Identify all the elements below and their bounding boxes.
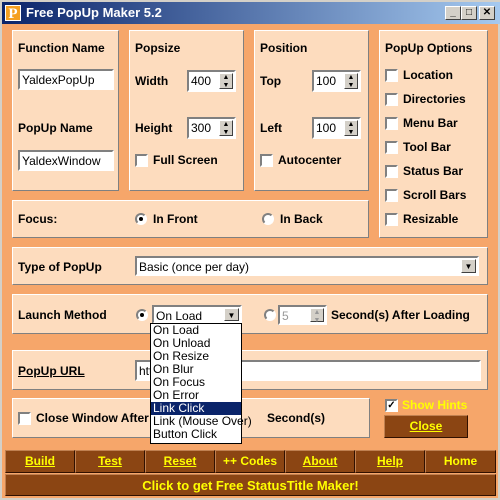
toolbar-button[interactable]: Reset bbox=[145, 450, 215, 473]
show-hints-checkbox[interactable]: ✓ bbox=[385, 399, 398, 412]
toolbar-button[interactable]: Test bbox=[75, 450, 145, 473]
option-checkbox[interactable] bbox=[385, 213, 398, 226]
seconds-after-label: Second(s) After Loading bbox=[331, 308, 470, 322]
popsize-panel: Popsize Width 400 ▲ ▼ Height 300 ▲ ▼ Full Sc… bbox=[129, 30, 244, 191]
popup-options-panel: PopUp Options Location Directories Menu Ba… bbox=[379, 30, 488, 238]
toolbar-button[interactable]: Help bbox=[355, 450, 425, 473]
chevron-down-icon[interactable]: ▼ bbox=[224, 308, 239, 321]
position-panel: Position Top 100 ▲ ▼ Left 100 ▲ ▼ Autocenter bbox=[254, 30, 369, 191]
option-checkbox[interactable] bbox=[385, 189, 398, 202]
toolbar-button[interactable]: Build bbox=[5, 450, 75, 473]
height-label: Height bbox=[135, 121, 173, 135]
left-spinner[interactable]: 100 ▲ ▼ bbox=[312, 117, 361, 139]
title-bar: P Free PopUp Maker 5.2 _ □ ✕ bbox=[2, 2, 500, 24]
minimize-button[interactable]: _ bbox=[445, 6, 461, 20]
option-label: Status Bar bbox=[403, 164, 464, 178]
window-title: Free PopUp Maker 5.2 bbox=[26, 5, 162, 20]
spin-arrows-icon[interactable]: ▲ ▼ bbox=[344, 73, 358, 89]
option-checkbox[interactable] bbox=[385, 165, 398, 178]
url-label: PopUp URL bbox=[18, 364, 85, 378]
popup-name-label: PopUp Name bbox=[18, 121, 93, 135]
close-window-label: Close Window After bbox=[36, 411, 149, 425]
option-label: Tool Bar bbox=[403, 140, 451, 154]
popup-name-input[interactable]: YaldexWindow bbox=[18, 150, 114, 171]
type-panel: Type of PopUp Basic (once per day) ▼ bbox=[12, 247, 488, 285]
launch-panel: Launch Method On Load ▼ 5 ▲ ▼ Second(s) Aft… bbox=[12, 294, 488, 334]
close-seconds-label: Second(s) bbox=[267, 411, 326, 425]
autocenter-label: Autocenter bbox=[278, 153, 342, 167]
option-label: Resizable bbox=[403, 212, 459, 226]
spin-arrows-icon[interactable]: ▲ ▼ bbox=[219, 73, 233, 89]
width-spinner[interactable]: 400 ▲ ▼ bbox=[187, 70, 236, 92]
full-screen-checkbox[interactable] bbox=[135, 154, 148, 167]
show-hints-label: Show Hints bbox=[402, 398, 468, 412]
focus-panel: Focus: In Front In Back bbox=[12, 200, 369, 238]
left-label: Left bbox=[260, 121, 282, 135]
popsize-title: Popsize bbox=[135, 41, 181, 55]
app-logo-icon: P bbox=[5, 5, 21, 22]
toolbar-button[interactable]: Home bbox=[425, 450, 496, 473]
chevron-down-icon[interactable]: ▼ bbox=[461, 259, 476, 273]
in-front-label: In Front bbox=[153, 212, 198, 226]
launch-method-select[interactable]: On Load ▼ bbox=[152, 305, 242, 324]
full-screen-label: Full Screen bbox=[153, 153, 218, 167]
close-window-button[interactable]: ✕ bbox=[479, 6, 495, 20]
options-title: PopUp Options bbox=[385, 41, 473, 55]
in-back-label: In Back bbox=[280, 212, 323, 226]
launch-method-radio[interactable] bbox=[136, 309, 148, 321]
seconds-after-spinner[interactable]: 5 ▲ ▼ bbox=[278, 305, 327, 325]
toolbar-button[interactable]: About bbox=[285, 450, 355, 473]
function-panel: Function Name YaldexPopUp PopUp Name Yal… bbox=[12, 30, 119, 191]
dropdown-option[interactable]: Button Click bbox=[151, 428, 241, 441]
option-label: Location bbox=[403, 68, 453, 82]
url-panel: PopUp URL htt bbox=[12, 350, 488, 390]
launch-label: Launch Method bbox=[18, 308, 107, 322]
function-name-label: Function Name bbox=[18, 41, 105, 55]
seconds-after-radio[interactable] bbox=[264, 309, 276, 321]
maximize-button[interactable]: □ bbox=[461, 6, 477, 20]
option-checkbox[interactable] bbox=[385, 141, 398, 154]
spin-arrows-icon[interactable]: ▲ ▼ bbox=[344, 120, 358, 136]
option-label: Scroll Bars bbox=[403, 188, 467, 202]
spin-arrows-icon[interactable]: ▲ ▼ bbox=[219, 120, 233, 136]
launch-method-dropdown-list[interactable]: On Load On Unload On Resize On Blur On Focus… bbox=[150, 323, 252, 444]
width-label: Width bbox=[135, 74, 169, 88]
close-window-checkbox[interactable] bbox=[18, 412, 31, 425]
option-checkbox[interactable] bbox=[385, 117, 398, 130]
type-label: Type of PopUp bbox=[18, 260, 102, 274]
in-back-radio[interactable] bbox=[262, 213, 274, 225]
top-label: Top bbox=[260, 74, 282, 88]
spin-arrows-icon[interactable]: ▲ ▼ bbox=[310, 308, 324, 323]
option-label: Directories bbox=[403, 92, 466, 106]
type-select[interactable]: Basic (once per day) ▼ bbox=[135, 256, 479, 276]
option-checkbox[interactable] bbox=[385, 69, 398, 82]
status-title-maker-banner[interactable]: Click to get Free StatusTitle Maker! bbox=[5, 474, 496, 496]
position-title: Position bbox=[260, 41, 308, 55]
option-label: Menu Bar bbox=[403, 116, 458, 130]
in-front-radio[interactable] bbox=[135, 213, 147, 225]
function-name-input[interactable]: YaldexPopUp bbox=[18, 69, 114, 90]
autocenter-checkbox[interactable] bbox=[260, 154, 273, 167]
top-spinner[interactable]: 100 ▲ ▼ bbox=[312, 70, 361, 92]
focus-label: Focus: bbox=[18, 212, 58, 226]
toolbar-button[interactable]: ++ Codes bbox=[215, 450, 285, 473]
height-spinner[interactable]: 300 ▲ ▼ bbox=[187, 117, 236, 139]
option-checkbox[interactable] bbox=[385, 93, 398, 106]
close-button[interactable]: Close bbox=[384, 415, 468, 438]
